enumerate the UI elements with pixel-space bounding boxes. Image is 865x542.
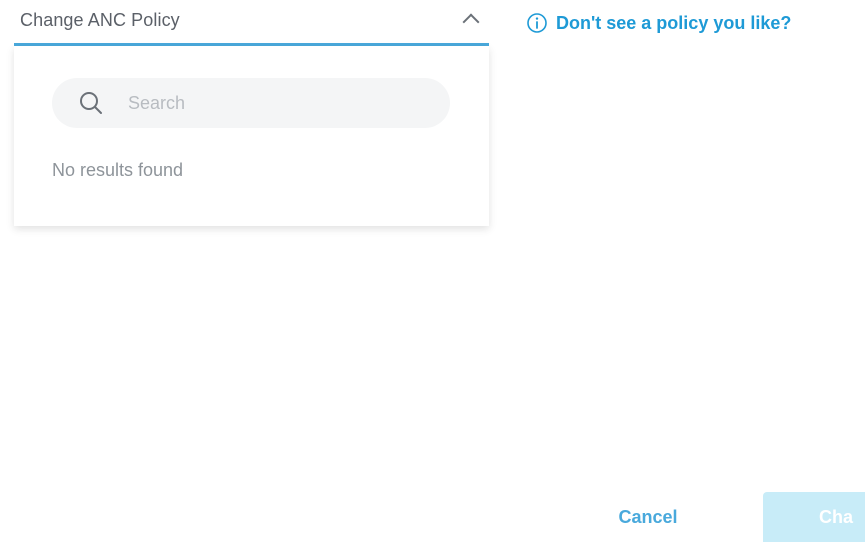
info-icon bbox=[527, 13, 547, 33]
search-input[interactable] bbox=[128, 89, 428, 117]
cancel-button[interactable]: Cancel bbox=[592, 492, 704, 542]
dropdown-menu: No results found bbox=[14, 46, 489, 226]
search-box[interactable] bbox=[52, 78, 450, 128]
dropdown-label: Change ANC Policy bbox=[20, 10, 180, 30]
policy-help-link[interactable]: Don't see a policy you like? bbox=[526, 12, 791, 34]
help-link-text[interactable]: Don't see a policy you like? bbox=[556, 13, 791, 34]
anc-policy-dropdown[interactable]: Change ANC Policy bbox=[14, 0, 489, 46]
chevron-up-icon[interactable] bbox=[462, 13, 480, 31]
change-button[interactable]: Cha bbox=[763, 492, 865, 542]
dialog: Change ANC Policy No results found Don't… bbox=[0, 0, 865, 542]
no-results-message: No results found bbox=[52, 160, 184, 180]
search-icon bbox=[80, 92, 102, 114]
